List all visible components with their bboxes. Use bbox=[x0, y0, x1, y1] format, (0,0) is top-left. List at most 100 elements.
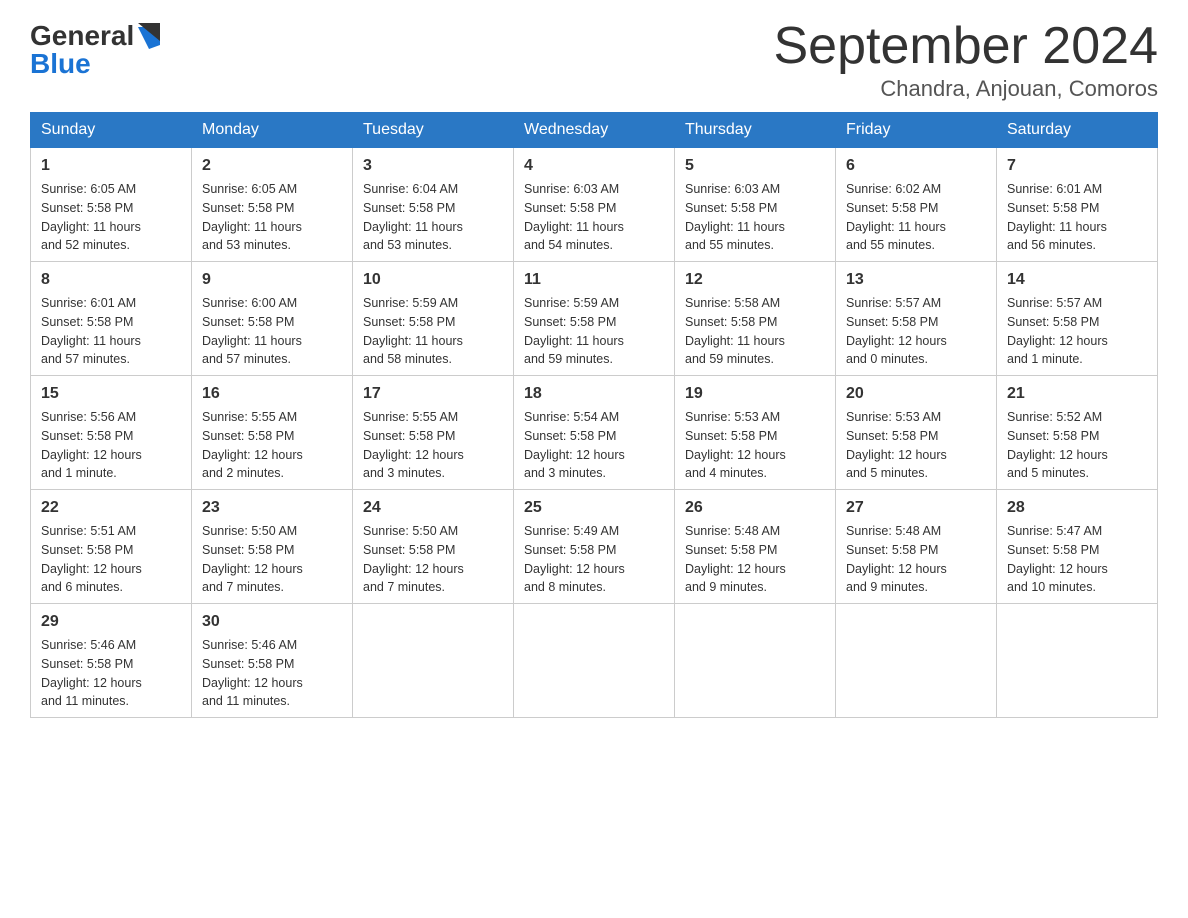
header-wednesday: Wednesday bbox=[514, 113, 675, 148]
header-friday: Friday bbox=[836, 113, 997, 148]
day-number: 14 bbox=[1007, 268, 1147, 292]
calendar-cell bbox=[836, 604, 997, 718]
calendar-week-row: 22Sunrise: 5:51 AMSunset: 5:58 PMDayligh… bbox=[31, 490, 1158, 604]
calendar-cell: 4Sunrise: 6:03 AMSunset: 5:58 PMDaylight… bbox=[514, 148, 675, 262]
day-info: Sunrise: 6:01 AMSunset: 5:58 PMDaylight:… bbox=[1007, 180, 1147, 255]
calendar-cell: 22Sunrise: 5:51 AMSunset: 5:58 PMDayligh… bbox=[31, 490, 192, 604]
calendar-cell: 15Sunrise: 5:56 AMSunset: 5:58 PMDayligh… bbox=[31, 376, 192, 490]
calendar-week-row: 15Sunrise: 5:56 AMSunset: 5:58 PMDayligh… bbox=[31, 376, 1158, 490]
calendar-cell: 23Sunrise: 5:50 AMSunset: 5:58 PMDayligh… bbox=[192, 490, 353, 604]
day-info: Sunrise: 5:58 AMSunset: 5:58 PMDaylight:… bbox=[685, 294, 825, 369]
calendar-cell: 17Sunrise: 5:55 AMSunset: 5:58 PMDayligh… bbox=[353, 376, 514, 490]
day-number: 4 bbox=[524, 154, 664, 178]
day-info: Sunrise: 5:52 AMSunset: 5:58 PMDaylight:… bbox=[1007, 408, 1147, 483]
logo: General Blue bbox=[30, 20, 160, 78]
calendar-cell: 6Sunrise: 6:02 AMSunset: 5:58 PMDaylight… bbox=[836, 148, 997, 262]
calendar-cell: 25Sunrise: 5:49 AMSunset: 5:58 PMDayligh… bbox=[514, 490, 675, 604]
day-number: 13 bbox=[846, 268, 986, 292]
calendar-cell: 12Sunrise: 5:58 AMSunset: 5:58 PMDayligh… bbox=[675, 262, 836, 376]
header-tuesday: Tuesday bbox=[353, 113, 514, 148]
day-number: 29 bbox=[41, 610, 181, 634]
day-info: Sunrise: 6:00 AMSunset: 5:58 PMDaylight:… bbox=[202, 294, 342, 369]
header-thursday: Thursday bbox=[675, 113, 836, 148]
day-info: Sunrise: 5:48 AMSunset: 5:58 PMDaylight:… bbox=[846, 522, 986, 597]
day-number: 5 bbox=[685, 154, 825, 178]
day-info: Sunrise: 5:59 AMSunset: 5:58 PMDaylight:… bbox=[524, 294, 664, 369]
day-info: Sunrise: 5:56 AMSunset: 5:58 PMDaylight:… bbox=[41, 408, 181, 483]
day-number: 30 bbox=[202, 610, 342, 634]
calendar-cell: 10Sunrise: 5:59 AMSunset: 5:58 PMDayligh… bbox=[353, 262, 514, 376]
day-info: Sunrise: 5:50 AMSunset: 5:58 PMDaylight:… bbox=[363, 522, 503, 597]
calendar-cell: 26Sunrise: 5:48 AMSunset: 5:58 PMDayligh… bbox=[675, 490, 836, 604]
calendar-cell: 18Sunrise: 5:54 AMSunset: 5:58 PMDayligh… bbox=[514, 376, 675, 490]
location-title: Chandra, Anjouan, Comoros bbox=[774, 76, 1159, 102]
day-info: Sunrise: 5:50 AMSunset: 5:58 PMDaylight:… bbox=[202, 522, 342, 597]
day-info: Sunrise: 5:53 AMSunset: 5:58 PMDaylight:… bbox=[685, 408, 825, 483]
day-number: 16 bbox=[202, 382, 342, 406]
month-title: September 2024 bbox=[774, 20, 1159, 72]
day-number: 22 bbox=[41, 496, 181, 520]
header-monday: Monday bbox=[192, 113, 353, 148]
day-number: 1 bbox=[41, 154, 181, 178]
day-info: Sunrise: 6:01 AMSunset: 5:58 PMDaylight:… bbox=[41, 294, 181, 369]
day-info: Sunrise: 6:03 AMSunset: 5:58 PMDaylight:… bbox=[685, 180, 825, 255]
day-info: Sunrise: 5:47 AMSunset: 5:58 PMDaylight:… bbox=[1007, 522, 1147, 597]
day-info: Sunrise: 5:54 AMSunset: 5:58 PMDaylight:… bbox=[524, 408, 664, 483]
day-info: Sunrise: 6:04 AMSunset: 5:58 PMDaylight:… bbox=[363, 180, 503, 255]
day-info: Sunrise: 5:55 AMSunset: 5:58 PMDaylight:… bbox=[363, 408, 503, 483]
header-saturday: Saturday bbox=[997, 113, 1158, 148]
day-number: 3 bbox=[363, 154, 503, 178]
calendar-cell: 1Sunrise: 6:05 AMSunset: 5:58 PMDaylight… bbox=[31, 148, 192, 262]
day-info: Sunrise: 5:46 AMSunset: 5:58 PMDaylight:… bbox=[202, 636, 342, 711]
calendar-cell: 28Sunrise: 5:47 AMSunset: 5:58 PMDayligh… bbox=[997, 490, 1158, 604]
day-number: 20 bbox=[846, 382, 986, 406]
day-number: 9 bbox=[202, 268, 342, 292]
day-info: Sunrise: 5:59 AMSunset: 5:58 PMDaylight:… bbox=[363, 294, 503, 369]
day-info: Sunrise: 5:57 AMSunset: 5:58 PMDaylight:… bbox=[846, 294, 986, 369]
day-info: Sunrise: 6:05 AMSunset: 5:58 PMDaylight:… bbox=[202, 180, 342, 255]
day-number: 12 bbox=[685, 268, 825, 292]
day-number: 21 bbox=[1007, 382, 1147, 406]
day-info: Sunrise: 5:57 AMSunset: 5:58 PMDaylight:… bbox=[1007, 294, 1147, 369]
calendar-cell bbox=[997, 604, 1158, 718]
calendar-cell bbox=[353, 604, 514, 718]
day-number: 18 bbox=[524, 382, 664, 406]
calendar-cell: 5Sunrise: 6:03 AMSunset: 5:58 PMDaylight… bbox=[675, 148, 836, 262]
day-info: Sunrise: 5:55 AMSunset: 5:58 PMDaylight:… bbox=[202, 408, 342, 483]
calendar-cell: 20Sunrise: 5:53 AMSunset: 5:58 PMDayligh… bbox=[836, 376, 997, 490]
day-number: 24 bbox=[363, 496, 503, 520]
day-number: 2 bbox=[202, 154, 342, 178]
day-number: 7 bbox=[1007, 154, 1147, 178]
day-info: Sunrise: 5:53 AMSunset: 5:58 PMDaylight:… bbox=[846, 408, 986, 483]
calendar-cell: 7Sunrise: 6:01 AMSunset: 5:58 PMDaylight… bbox=[997, 148, 1158, 262]
calendar-week-row: 29Sunrise: 5:46 AMSunset: 5:58 PMDayligh… bbox=[31, 604, 1158, 718]
logo-triangle-icon bbox=[138, 23, 160, 49]
calendar-week-row: 8Sunrise: 6:01 AMSunset: 5:58 PMDaylight… bbox=[31, 262, 1158, 376]
day-info: Sunrise: 6:05 AMSunset: 5:58 PMDaylight:… bbox=[41, 180, 181, 255]
calendar-header-row: Sunday Monday Tuesday Wednesday Thursday… bbox=[31, 113, 1158, 148]
calendar-cell: 30Sunrise: 5:46 AMSunset: 5:58 PMDayligh… bbox=[192, 604, 353, 718]
logo-blue-text: Blue bbox=[30, 50, 91, 78]
day-number: 17 bbox=[363, 382, 503, 406]
day-number: 6 bbox=[846, 154, 986, 178]
day-number: 25 bbox=[524, 496, 664, 520]
header-sunday: Sunday bbox=[31, 113, 192, 148]
day-number: 23 bbox=[202, 496, 342, 520]
day-number: 19 bbox=[685, 382, 825, 406]
day-number: 28 bbox=[1007, 496, 1147, 520]
calendar-cell: 2Sunrise: 6:05 AMSunset: 5:58 PMDaylight… bbox=[192, 148, 353, 262]
calendar-cell: 21Sunrise: 5:52 AMSunset: 5:58 PMDayligh… bbox=[997, 376, 1158, 490]
day-number: 8 bbox=[41, 268, 181, 292]
page-header: General Blue September 2024 Chandra, Anj… bbox=[30, 20, 1158, 102]
day-number: 11 bbox=[524, 268, 664, 292]
calendar-cell: 16Sunrise: 5:55 AMSunset: 5:58 PMDayligh… bbox=[192, 376, 353, 490]
calendar-cell bbox=[675, 604, 836, 718]
day-number: 26 bbox=[685, 496, 825, 520]
calendar-cell: 3Sunrise: 6:04 AMSunset: 5:58 PMDaylight… bbox=[353, 148, 514, 262]
calendar-table: Sunday Monday Tuesday Wednesday Thursday… bbox=[30, 112, 1158, 718]
calendar-cell: 14Sunrise: 5:57 AMSunset: 5:58 PMDayligh… bbox=[997, 262, 1158, 376]
calendar-cell: 13Sunrise: 5:57 AMSunset: 5:58 PMDayligh… bbox=[836, 262, 997, 376]
calendar-cell: 19Sunrise: 5:53 AMSunset: 5:58 PMDayligh… bbox=[675, 376, 836, 490]
day-info: Sunrise: 6:03 AMSunset: 5:58 PMDaylight:… bbox=[524, 180, 664, 255]
day-info: Sunrise: 5:46 AMSunset: 5:58 PMDaylight:… bbox=[41, 636, 181, 711]
